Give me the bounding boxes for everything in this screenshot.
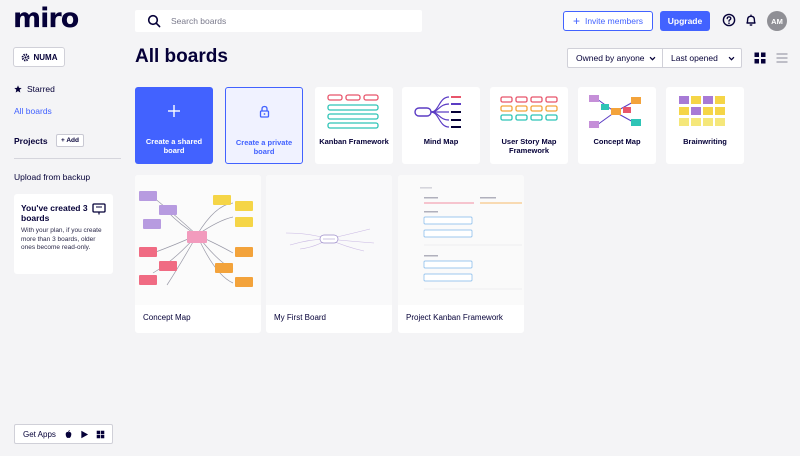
team-name: NUMA <box>33 52 58 62</box>
sidebar-divider <box>14 158 121 159</box>
plan-limit-card: You've created 3 boards With your plan, … <box>14 194 113 274</box>
invite-members-button[interactable]: + Invite members <box>563 11 653 31</box>
projects-heading: Projects <box>14 136 48 146</box>
top-bar: miro Search boards + Invite members Upgr… <box>0 0 800 42</box>
board-name: My First Board <box>274 313 327 322</box>
board-name: Concept Map <box>143 313 191 322</box>
chevron-down-icon <box>649 56 656 61</box>
search-placeholder: Search boards <box>171 16 227 26</box>
plan-card-description: With your plan, if you create more than … <box>21 227 102 251</box>
template-label: Mind Map <box>423 137 459 146</box>
upgrade-button[interactable]: Upgrade <box>660 11 710 31</box>
template-user-story-map[interactable]: User Story Map Framework <box>490 87 568 164</box>
kanban-thumbnail <box>327 94 379 129</box>
user-story-map-thumbnail <box>500 96 558 121</box>
search-input[interactable]: Search boards <box>135 10 422 32</box>
template-label: Create a private board <box>235 138 293 156</box>
sort-value: Last opened <box>671 53 718 63</box>
plus-icon <box>168 105 180 117</box>
apple-icon[interactable] <box>64 429 73 439</box>
template-label: Kanban Framework <box>319 137 389 146</box>
owner-filter-select[interactable]: Owned by anyone <box>567 48 663 68</box>
template-mind-map[interactable]: Mind Map <box>402 87 480 164</box>
help-icon[interactable] <box>722 13 736 27</box>
lock-icon <box>259 105 270 118</box>
search-icon <box>147 14 161 28</box>
template-label: Create a shared board <box>145 137 203 155</box>
page-title: All boards <box>135 46 228 67</box>
board-card-project-kanban-framework[interactable]: Project Kanban Framework <box>398 175 524 333</box>
board-card-my-first-board[interactable]: My First Board <box>266 175 392 333</box>
get-apps-bar[interactable]: Get Apps <box>14 424 113 444</box>
miro-logo[interactable]: miro <box>13 3 79 34</box>
concept-map-thumbnail <box>589 95 641 128</box>
board-name: Project Kanban Framework <box>406 313 503 322</box>
board-preview <box>398 175 524 305</box>
get-apps-label: Get Apps <box>23 429 56 439</box>
template-kanban-framework[interactable]: Kanban Framework <box>315 87 393 164</box>
sidebar: NUMA Starred All boards Projects + Add U… <box>0 42 122 456</box>
template-concept-map[interactable]: Concept Map <box>578 87 656 164</box>
mind-map-thumbnail <box>414 96 461 128</box>
board-preview <box>135 175 261 305</box>
grid-view-icon[interactable] <box>754 52 766 64</box>
google-play-icon[interactable] <box>80 430 89 439</box>
windows-icon[interactable] <box>96 430 105 439</box>
chevron-down-icon <box>728 56 735 61</box>
gear-icon <box>21 53 29 61</box>
template-brainwriting[interactable]: Brainwriting <box>666 87 744 164</box>
board-preview <box>266 175 392 305</box>
owner-filter-value: Owned by anyone <box>576 53 645 63</box>
plus-icon: + <box>572 14 580 28</box>
board-card-concept-map[interactable]: Concept Map <box>135 175 261 333</box>
team-button[interactable]: NUMA <box>13 47 65 67</box>
upload-from-backup-link[interactable]: Upload from backup <box>14 172 90 182</box>
avatar[interactable]: AM <box>767 11 787 31</box>
template-label: User Story Map Framework <box>501 137 557 155</box>
invite-members-label: Invite members <box>584 16 644 26</box>
template-label: Brainwriting <box>683 137 727 146</box>
create-shared-board-button[interactable]: Create a shared board <box>135 87 213 164</box>
sidebar-item-label: Starred <box>27 84 55 94</box>
board-icon <box>92 203 106 215</box>
star-icon <box>14 85 22 93</box>
list-view-icon[interactable] <box>776 52 788 64</box>
sidebar-item-starred[interactable]: Starred <box>14 84 55 94</box>
template-label: Concept Map <box>593 137 641 146</box>
create-private-board-button[interactable]: Create a private board <box>225 87 303 164</box>
bell-icon[interactable] <box>744 13 758 27</box>
add-project-button[interactable]: + Add <box>56 134 84 147</box>
sort-select[interactable]: Last opened <box>662 48 742 68</box>
brainwriting-thumbnail <box>679 96 725 126</box>
plan-card-title: You've created 3 boards <box>21 203 88 223</box>
sidebar-item-all-boards[interactable]: All boards <box>14 106 52 116</box>
